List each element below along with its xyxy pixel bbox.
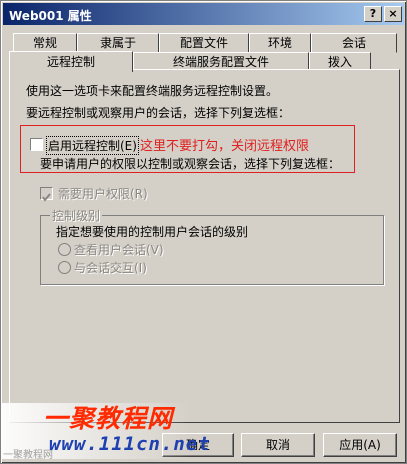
tab-profile[interactable]: 配置文件 bbox=[159, 33, 249, 53]
watermark-logo: 一聚教程网 bbox=[43, 404, 174, 433]
cancel-button[interactable]: 取消 bbox=[241, 433, 315, 457]
description-text: 使用这一选项卡来配置终端服务远程控制设置。 bbox=[26, 84, 279, 98]
watermark-faint-text: 一聚教程网 bbox=[3, 450, 53, 461]
title-bar[interactable]: Web001 属性 ? × bbox=[3, 3, 404, 25]
instruction-text: 要远程控制或观察用户的会话，选择下列复选框： bbox=[26, 106, 291, 120]
window-title: Web001 属性 bbox=[9, 9, 92, 23]
tab-member-of[interactable]: 隶属于 bbox=[77, 33, 159, 53]
permission-instruction-text: 要申请用户的权限以控制或观察会话，选择下列复选框： bbox=[40, 157, 341, 171]
radio-view-session[interactable] bbox=[58, 243, 71, 256]
tab-environment[interactable]: 环境 bbox=[249, 33, 311, 53]
close-button[interactable]: × bbox=[384, 6, 402, 22]
properties-dialog: Web001 属性 ? × 常规 隶属于 配置文件 环境 会话 远程控制 终端服… bbox=[0, 0, 407, 464]
require-permission-label[interactable]: 需要用户权限(R) bbox=[58, 185, 148, 202]
checkmark-icon bbox=[42, 193, 51, 202]
enable-remote-control-checkbox[interactable] bbox=[30, 138, 43, 151]
tab-general[interactable]: 常规 bbox=[13, 33, 77, 53]
annotation-text: 这里不要打勾，关闭远程权限 bbox=[140, 139, 310, 154]
help-button[interactable]: ? bbox=[364, 6, 382, 22]
apply-button[interactable]: 应用(A) bbox=[323, 433, 397, 457]
radio-interact-session-label[interactable]: 与会话交互(I) bbox=[74, 259, 147, 276]
radio-interact-session[interactable] bbox=[58, 261, 71, 274]
control-level-group-label: 控制级别 bbox=[50, 207, 103, 224]
enable-remote-control-label[interactable]: 启用远程控制(E) bbox=[46, 136, 139, 155]
radio-view-session-label[interactable]: 查看用户会话(V) bbox=[74, 241, 164, 258]
tab-remote-control[interactable]: 远程控制 bbox=[9, 51, 133, 72]
require-permission-checkbox[interactable] bbox=[40, 187, 53, 202]
remote-control-panel: 使用这一选项卡来配置终端服务远程控制设置。 要远程控制或观察用户的会话，选择下列… bbox=[9, 69, 400, 423]
control-level-instruction: 指定想要使用的控制用户会话的级别 bbox=[56, 225, 249, 239]
watermark-url: www.111cn.net bbox=[49, 433, 211, 455]
tab-sessions[interactable]: 会话 bbox=[311, 33, 397, 53]
